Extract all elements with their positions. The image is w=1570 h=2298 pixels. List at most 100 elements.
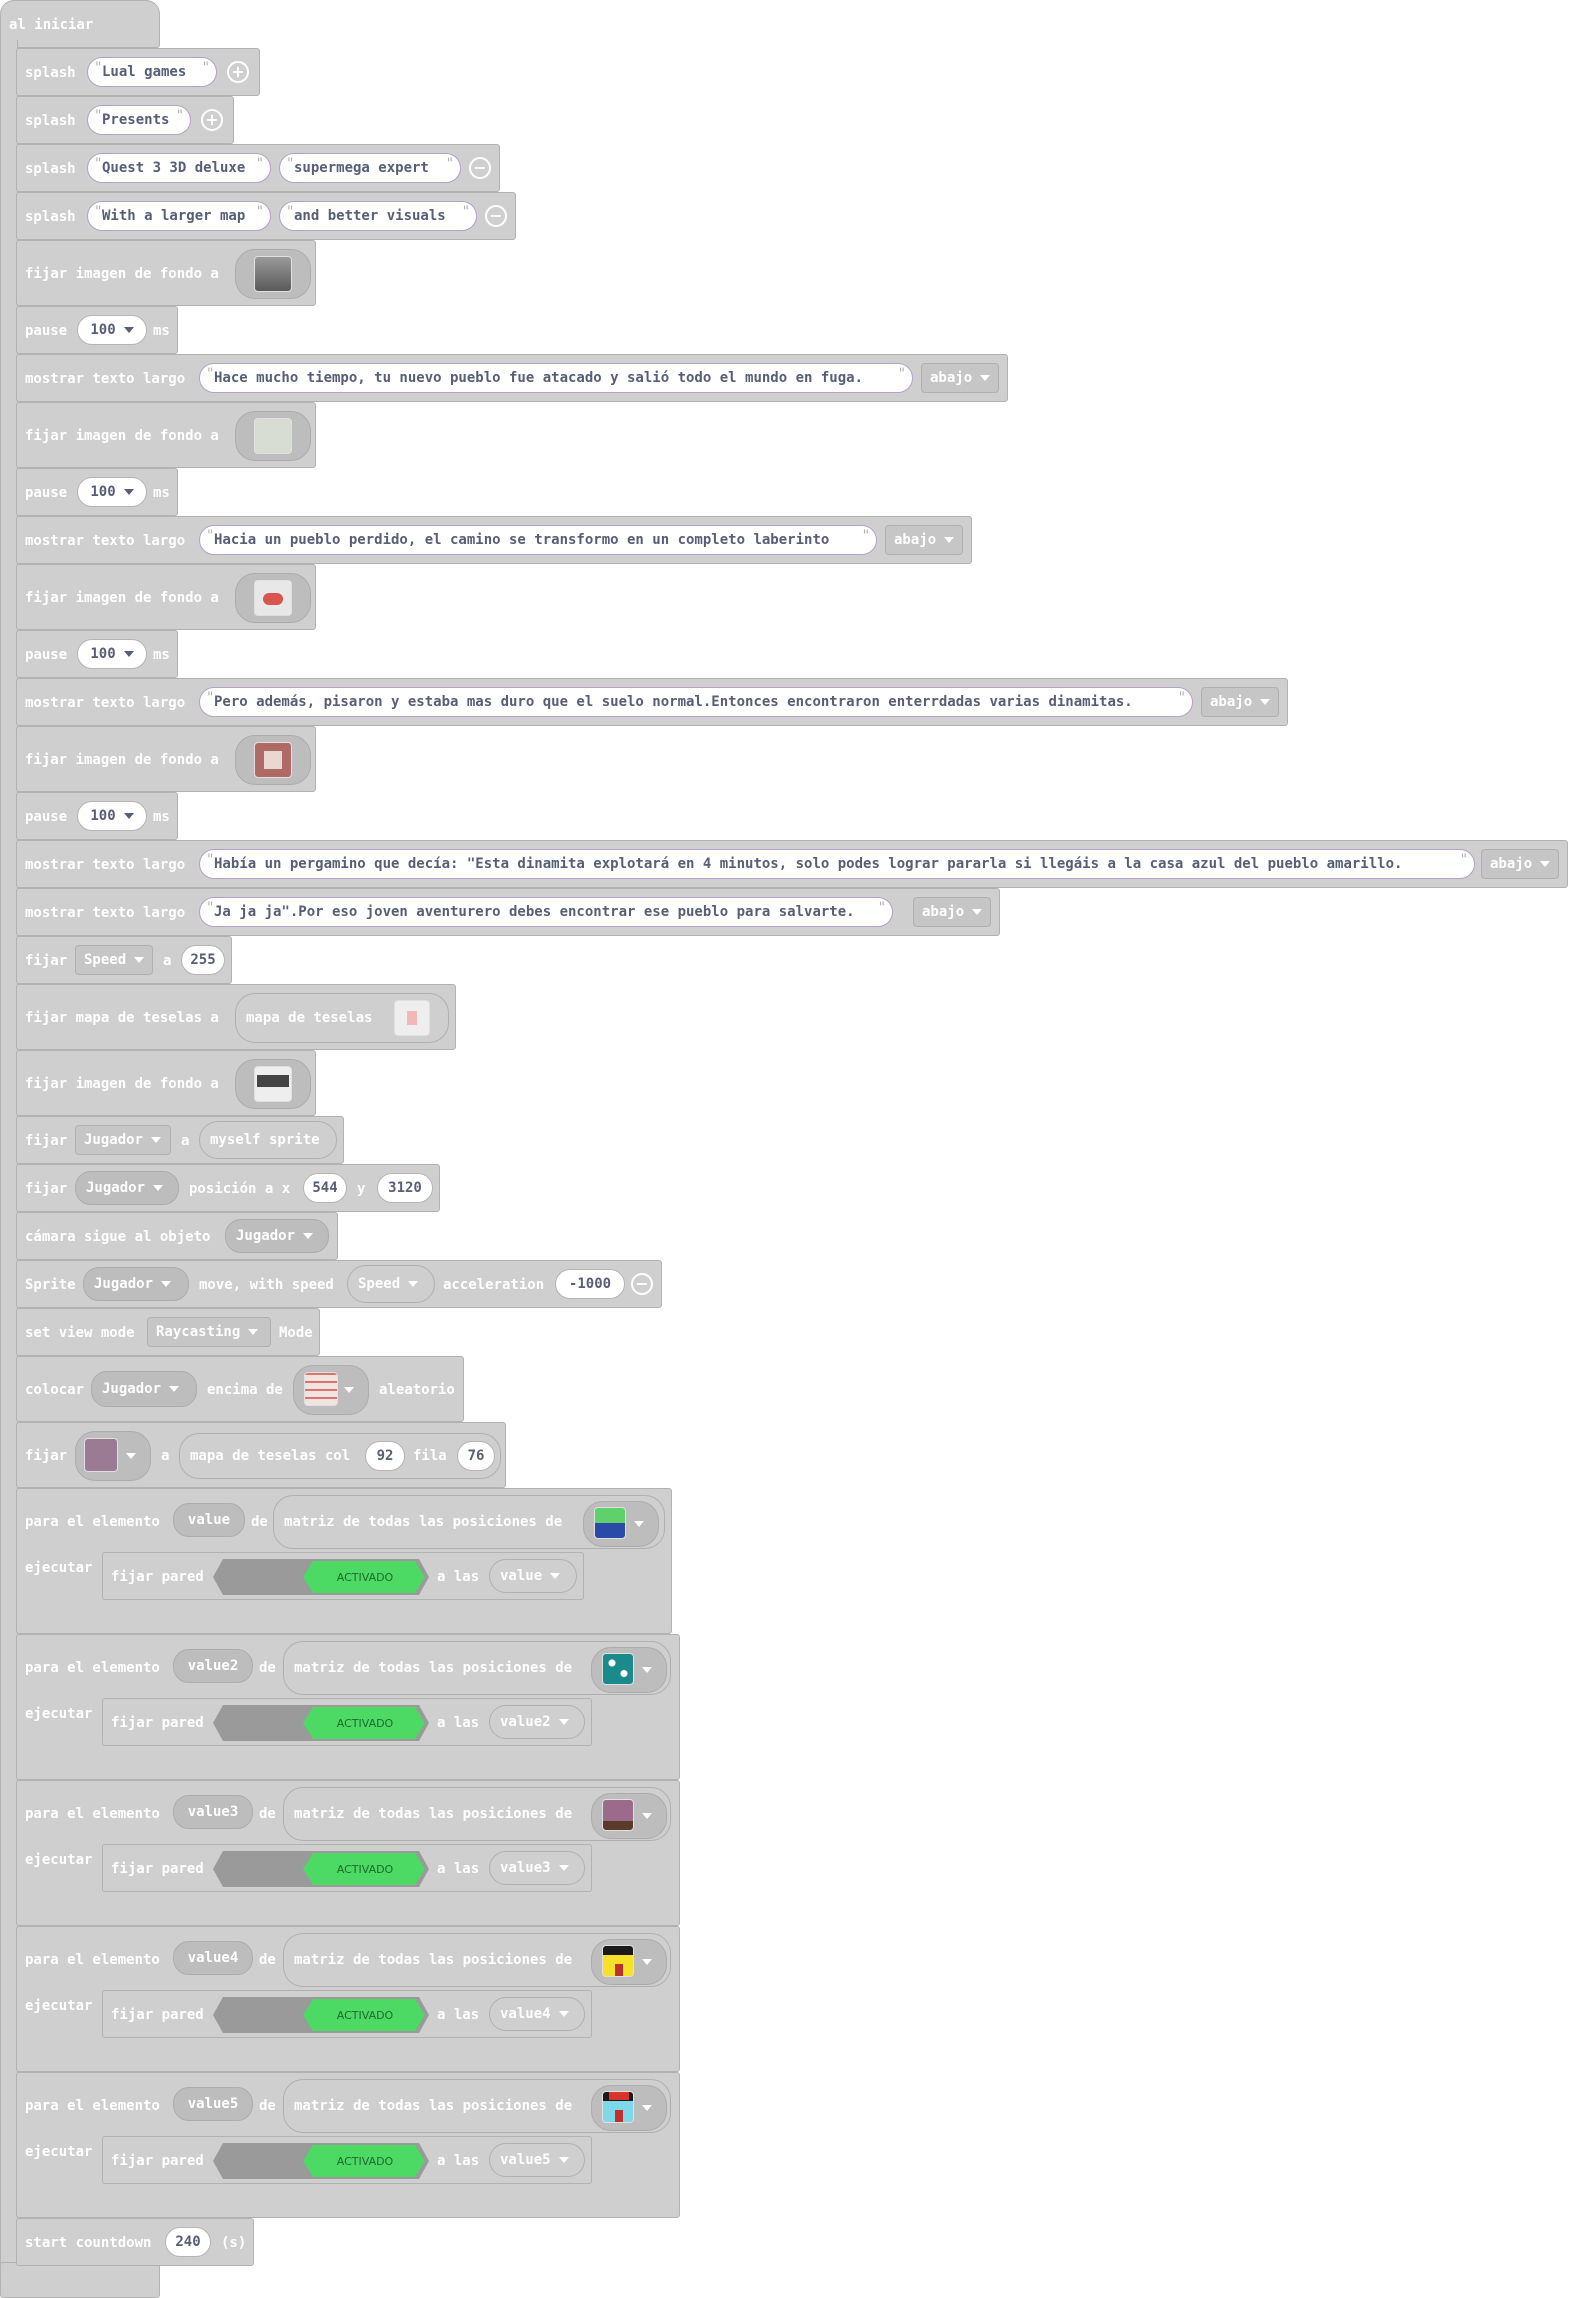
splash-block-2[interactable]: splash " Presents " + (16, 96, 234, 144)
wall-toggle[interactable]: ACTIVADO (213, 1997, 429, 2033)
pause-duration-dropdown[interactable]: 100 (77, 639, 147, 669)
splash-block-4[interactable]: splash " With a larger map " " and better v… (16, 192, 516, 240)
loop-variable-dropdown[interactable]: value2 (489, 1705, 585, 1739)
loop-variable-dropdown[interactable]: value (489, 1559, 577, 1593)
long-text-input[interactable]: " Hace mucho tiempo, tu nuevo pueblo fue … (199, 363, 913, 393)
splash-block-3[interactable]: splash " Quest 3 3D deluxe " " supermega ex… (16, 144, 500, 192)
splash-subtitle-input[interactable]: " and better visuals " (279, 201, 477, 231)
speed-variable-reporter[interactable]: Speed (347, 1265, 435, 1303)
tile-image-picker[interactable] (591, 1939, 667, 1985)
set-wall-block-4[interactable]: fijar pared ACTIVADO a las value4 (102, 1990, 592, 2038)
remove-circle-icon[interactable]: − (469, 157, 491, 179)
text-position-dropdown[interactable]: abajo (1481, 849, 1559, 879)
pause-block-2[interactable]: pause 100 ms (16, 468, 178, 516)
tile-image-picker[interactable] (75, 1431, 151, 1481)
pause-duration-dropdown[interactable]: 100 (77, 315, 147, 345)
tile-image-picker[interactable] (591, 1793, 667, 1839)
loop-variable-dropdown[interactable]: value3 (489, 1851, 585, 1885)
splash-title-input[interactable]: " With a larger map " (87, 201, 271, 231)
add-circle-icon[interactable]: + (201, 109, 223, 131)
background-image-picker[interactable] (235, 411, 311, 461)
loop-variable-reporter[interactable]: value4 (173, 1941, 253, 1975)
set-tile-block[interactable]: fijar a mapa de teselas col 92 fila 76 (16, 1422, 506, 1488)
loop-variable-reporter[interactable]: value3 (173, 1795, 253, 1829)
background-image-picker[interactable] (235, 735, 311, 785)
long-text-block-2[interactable]: mostrar texto largo " Hacia un pueblo per… (16, 516, 972, 564)
long-text-input[interactable]: " Había un pergamino que decía: "Esta din… (199, 849, 1475, 879)
background-image-picker[interactable] (235, 1059, 311, 1109)
text-position-dropdown[interactable]: abajo (921, 363, 999, 393)
set-wall-block-1[interactable]: fijar pared ACTIVADO a las value (102, 1552, 584, 1600)
pause-block-1[interactable]: pause 100 ms (16, 306, 178, 354)
long-text-block-3[interactable]: mostrar texto largo " Pero además, pisaro… (16, 678, 1288, 726)
long-text-block-5[interactable]: mostrar texto largo " Ja ja ja".Por eso j… (16, 888, 1000, 936)
tile-image-picker[interactable] (591, 1647, 667, 1693)
wall-toggle[interactable]: ACTIVADO (213, 1851, 429, 1887)
tilemap-reporter[interactable]: mapa de teselas (235, 993, 449, 1043)
acceleration-input[interactable]: -1000 (555, 1269, 625, 1299)
camera-target-dropdown[interactable]: Jugador (225, 1219, 329, 1253)
long-text-input[interactable]: " Hacia un pueblo perdido, el camino se t… (199, 525, 877, 555)
pause-block-4[interactable]: pause 100 ms (16, 792, 178, 840)
sprite-move-block[interactable]: Sprite Jugador move, with speed Speed ac… (16, 1260, 662, 1308)
place-sprite-dropdown[interactable]: Jugador (91, 1371, 197, 1407)
tile-image-picker[interactable] (583, 1501, 659, 1547)
text-position-dropdown[interactable]: abajo (1201, 687, 1279, 717)
loop-variable-reporter[interactable]: value2 (173, 1649, 253, 1683)
set-view-mode-block[interactable]: set view mode Raycasting Mode (16, 1308, 320, 1356)
player-variable-dropdown[interactable]: Jugador (75, 1125, 171, 1155)
background-image-picker[interactable] (235, 249, 311, 299)
set-speed-block[interactable]: fijar Speed a 255 (16, 936, 232, 984)
set-background-block-2[interactable]: fijar imagen de fondo a (16, 402, 316, 468)
splash-title-input[interactable]: " Quest 3 3D deluxe " (87, 153, 271, 183)
set-background-block-3[interactable]: fijar imagen de fondo a (16, 564, 316, 630)
tile-row-input[interactable]: 76 (457, 1441, 495, 1471)
camera-follow-block[interactable]: cámara sigue al objeto Jugador (16, 1212, 338, 1260)
wall-toggle[interactable]: ACTIVADO (213, 1705, 429, 1741)
splash-subtitle-input[interactable]: " supermega expert " (279, 153, 461, 183)
remove-circle-icon[interactable]: − (631, 1273, 653, 1295)
myself-sprite-reporter[interactable]: myself sprite (199, 1121, 337, 1159)
place-sprite-block[interactable]: colocar Jugador encima de aleatorio (16, 1356, 464, 1422)
loop-variable-reporter[interactable]: value (173, 1503, 245, 1537)
text-position-dropdown[interactable]: abajo (885, 525, 963, 555)
set-player-block[interactable]: fijar Jugador a myself sprite (16, 1116, 344, 1164)
place-tile-picker[interactable] (293, 1365, 369, 1415)
wall-toggle[interactable]: ACTIVADO (213, 2143, 429, 2179)
tile-col-input[interactable]: 92 (365, 1441, 405, 1471)
wall-toggle[interactable]: ACTIVADO (213, 1559, 429, 1595)
set-wall-block-3[interactable]: fijar pared ACTIVADO a las value3 (102, 1844, 592, 1892)
splash-text-input[interactable]: " Presents " (87, 105, 191, 135)
position-x-input[interactable]: 544 (303, 1173, 347, 1203)
set-wall-block-2[interactable]: fijar pared ACTIVADO a las value2 (102, 1698, 592, 1746)
speed-variable-dropdown[interactable]: Speed (75, 945, 153, 975)
long-text-block-1[interactable]: mostrar texto largo " Hace mucho tiempo, … (16, 354, 1008, 402)
set-tilemap-block[interactable]: fijar mapa de teselas a mapa de teselas (16, 984, 456, 1050)
background-image-picker[interactable] (235, 573, 311, 623)
text-position-dropdown[interactable]: abajo (913, 897, 991, 927)
pause-duration-dropdown[interactable]: 100 (77, 801, 147, 831)
speed-value-input[interactable]: 255 (181, 945, 225, 975)
long-text-input[interactable]: " Pero además, pisaron y estaba mas duro … (199, 687, 1193, 717)
set-background-block-4[interactable]: fijar imagen de fondo a (16, 726, 316, 792)
move-sprite-dropdown[interactable]: Jugador (83, 1267, 189, 1301)
pause-block-3[interactable]: pause 100 ms (16, 630, 178, 678)
loop-variable-dropdown[interactable]: value4 (489, 1997, 585, 2031)
position-y-input[interactable]: 3120 (377, 1173, 433, 1203)
player-sprite-dropdown[interactable]: Jugador (75, 1171, 179, 1205)
on-start-hat-block[interactable]: al iniciar (0, 0, 160, 48)
view-mode-dropdown[interactable]: Raycasting (147, 1317, 271, 1347)
set-wall-block-5[interactable]: fijar pared ACTIVADO a las value5 (102, 2136, 592, 2184)
tile-image-picker[interactable] (591, 2085, 667, 2131)
loop-variable-dropdown[interactable]: value5 (489, 2143, 585, 2177)
set-background-block-1[interactable]: fijar imagen de fondo a (16, 240, 316, 306)
loop-variable-reporter[interactable]: value5 (173, 2087, 253, 2121)
splash-block-1[interactable]: splash " Lual games " + (16, 48, 260, 96)
long-text-input[interactable]: " Ja ja ja".Por eso joven aventurero debe… (199, 897, 893, 927)
long-text-block-4[interactable]: mostrar texto largo " Había un pergamino … (16, 840, 1568, 888)
remove-circle-icon[interactable]: − (485, 205, 507, 227)
add-circle-icon[interactable]: + (227, 61, 249, 83)
splash-text-input[interactable]: " Lual games " (87, 57, 217, 87)
countdown-input[interactable]: 240 (165, 2227, 211, 2257)
start-countdown-block[interactable]: start countdown 240 (s) (16, 2218, 254, 2266)
